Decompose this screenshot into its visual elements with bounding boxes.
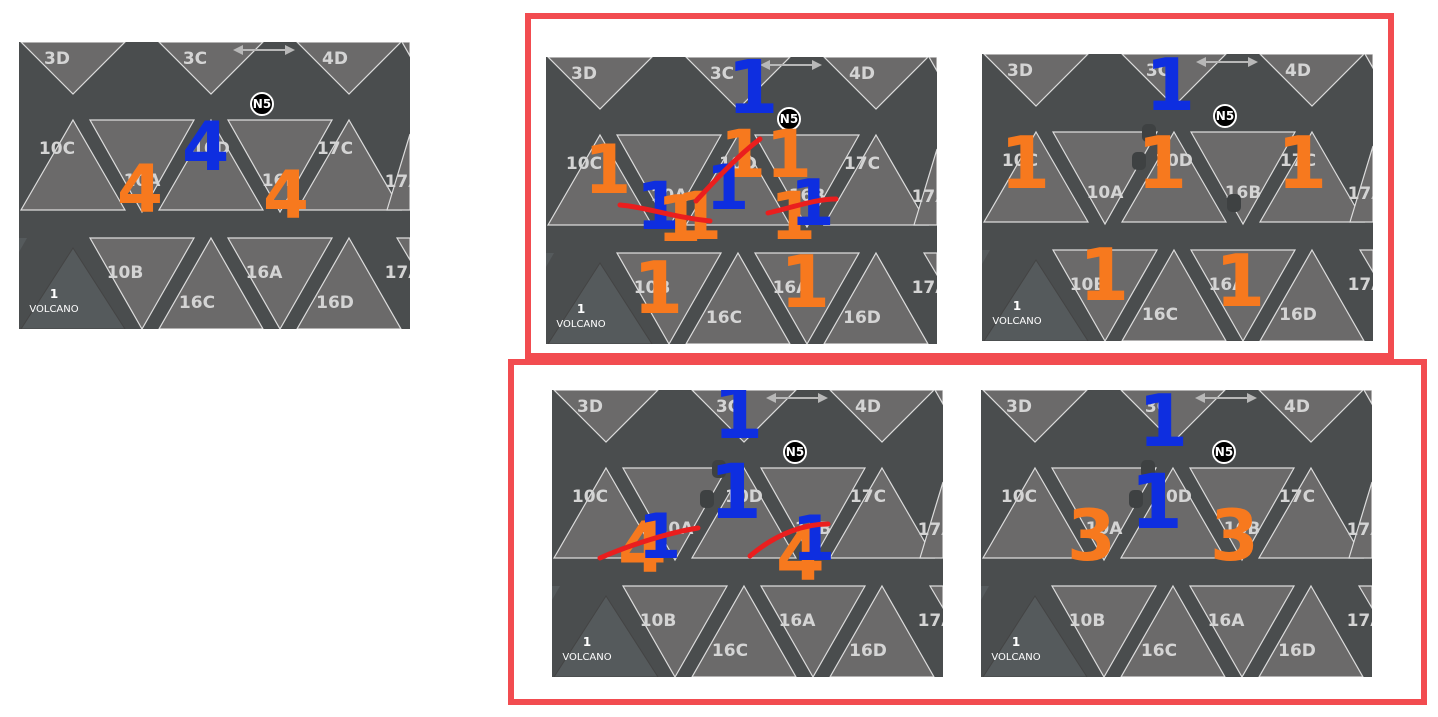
map-panel-top-right: 3D3C4D10C10A10D16B17C17A10B16A16C16D17AN… (982, 54, 1373, 341)
count-mark-orange: 1 (1215, 239, 1265, 323)
count-mark-blue: 1 (709, 447, 762, 536)
volcano-number: 1 (1013, 299, 1021, 313)
map-panel-bottom-right: 3D3C4D10C10A10D16B17C17A10B16A16C16D17AN… (981, 390, 1372, 677)
map-drawing: 3D3C4D10C10A10D16B17C17A10B16A16C16D17AN… (552, 390, 943, 677)
tile-label-16c: 16C (712, 641, 748, 661)
tile-label-16c: 16C (1142, 305, 1178, 325)
count-mark-blue: 1 (1130, 457, 1183, 546)
map-drawing: 3D3C4D10C10A10D16B17C17A10B16A16C16D17AN… (982, 54, 1373, 341)
tile-label-4d: 4D (322, 49, 348, 69)
volcano-label: VOLCANO (29, 304, 78, 315)
tile-label-4d: 4D (855, 397, 881, 417)
n5-badge: N5 (1212, 440, 1236, 464)
tile-label-10a: 10A (1087, 183, 1125, 203)
tile-label-10b: 10B (1069, 611, 1106, 631)
map-drawing: 3D3C4D10C10A10D16B17C17A10B16A16C16D17AN… (981, 390, 1372, 677)
tile-label-16a: 16A (779, 611, 817, 631)
volcano-number: 1 (50, 287, 58, 301)
tile-label-10c: 10C (572, 487, 608, 507)
tile-label-16a: 16A (246, 263, 284, 283)
tile-label-10b: 10B (107, 263, 144, 283)
tile-label-3d: 3D (1007, 61, 1033, 81)
map-panel-top-left: 3D3C4D10C10A10D16B17C17A10B16A16C16D17AN… (546, 57, 937, 344)
tile-label-3d: 3D (1006, 397, 1032, 417)
tile-label-3c: 3C (183, 49, 207, 69)
n5-badge-label: N5 (1215, 445, 1233, 459)
count-mark-blue: 1 (706, 151, 749, 224)
count-mark-orange: 4 (263, 157, 309, 234)
tile-label-17a: 17A (385, 172, 410, 192)
n5-badge: N5 (1213, 104, 1237, 128)
tile-label-17c: 17C (317, 139, 353, 159)
tile-label-3d: 3D (44, 49, 70, 69)
n5-badge-label: N5 (786, 445, 804, 459)
tile-label-17c: 17C (850, 487, 886, 507)
tile-label-17a: 17A (1347, 520, 1372, 540)
tile-label-16d: 16D (1279, 305, 1317, 325)
tile-label-16d: 16D (849, 641, 887, 661)
map-panel-reference: 3D3C4D10C10A10D16B17C17A10B16A16C16D17AN… (19, 42, 410, 329)
map-panel-bottom-left: 3D3C4D10C10A10D16B17C17A10B16A16C16D17AN… (552, 390, 943, 677)
volcano-label: VOLCANO (562, 652, 611, 663)
tile-label-16c: 16C (1141, 641, 1177, 661)
tile-label-16c: 16C (706, 308, 742, 328)
tile-label-17a: 17A (1347, 611, 1372, 631)
tile-label-16c: 16C (179, 293, 215, 313)
count-mark-orange: 4 (117, 151, 163, 228)
count-mark-orange: 1 (780, 240, 830, 324)
tile-label-17a: 17A (918, 611, 943, 631)
count-mark-blue: 1 (792, 502, 835, 575)
tile-label-17a: 17A (1348, 275, 1373, 295)
tile-label-3d: 3D (577, 397, 603, 417)
tile-label-17a: 17A (385, 263, 410, 283)
count-mark-orange: 3 (1067, 495, 1116, 577)
tile-label-17c: 17C (1279, 487, 1315, 507)
map-drawing: 3D3C4D10C10A10D16B17C17A10B16A16C16D17AN… (546, 57, 937, 344)
tile-label-16d: 16D (316, 293, 354, 313)
volcano-number: 1 (583, 635, 591, 649)
tile-label-10b: 10B (640, 611, 677, 631)
count-mark-blue: 4 (182, 108, 229, 187)
count-mark-orange: 1 (1137, 121, 1187, 205)
count-mark-orange: 1 (633, 246, 683, 330)
volcano-label: VOLCANO (992, 316, 1041, 327)
tile-label-17c: 17C (844, 154, 880, 174)
count-mark-blue: 1 (1138, 390, 1188, 463)
map-drawing: 3D3C4D10C10A10D16B17C17A10B16A16C16D17AN… (19, 42, 410, 329)
tile-label-4d: 4D (1284, 397, 1310, 417)
tile-label-17a: 17A (912, 278, 937, 298)
erased-mark (1227, 194, 1241, 212)
tile-label-16d: 16D (1278, 641, 1316, 661)
count-mark-orange: 1 (1277, 121, 1327, 205)
count-mark-blue: 1 (1145, 54, 1195, 127)
tile-label-16a: 16A (1208, 611, 1246, 631)
tile-label-3d: 3D (571, 64, 597, 84)
n5-badge-label: N5 (253, 97, 271, 111)
n5-badge-label: N5 (1216, 109, 1234, 123)
tile-label-17a: 17A (1348, 184, 1373, 204)
tile-label-17a: 17A (918, 520, 943, 540)
volcano-number: 1 (1012, 635, 1020, 649)
tile-label-4d: 4D (1285, 61, 1311, 81)
tile-label-4d: 4D (849, 64, 875, 84)
count-mark-orange: 1 (1079, 233, 1129, 317)
tile-label-10c: 10C (39, 139, 75, 159)
tile-label-17a: 17A (912, 187, 937, 207)
count-mark-blue: 1 (713, 390, 763, 455)
count-mark-orange: 1 (1000, 121, 1050, 205)
count-mark-orange: 1 (584, 131, 631, 210)
volcano-label: VOLCANO (556, 319, 605, 330)
count-mark-orange: 3 (1210, 495, 1259, 577)
tile-label-10c: 10C (1001, 487, 1037, 507)
tile-label-16d: 16D (843, 308, 881, 328)
n5-badge: N5 (250, 92, 274, 116)
volcano-label: VOLCANO (991, 652, 1040, 663)
n5-badge: N5 (783, 440, 807, 464)
volcano-number: 1 (577, 302, 585, 316)
